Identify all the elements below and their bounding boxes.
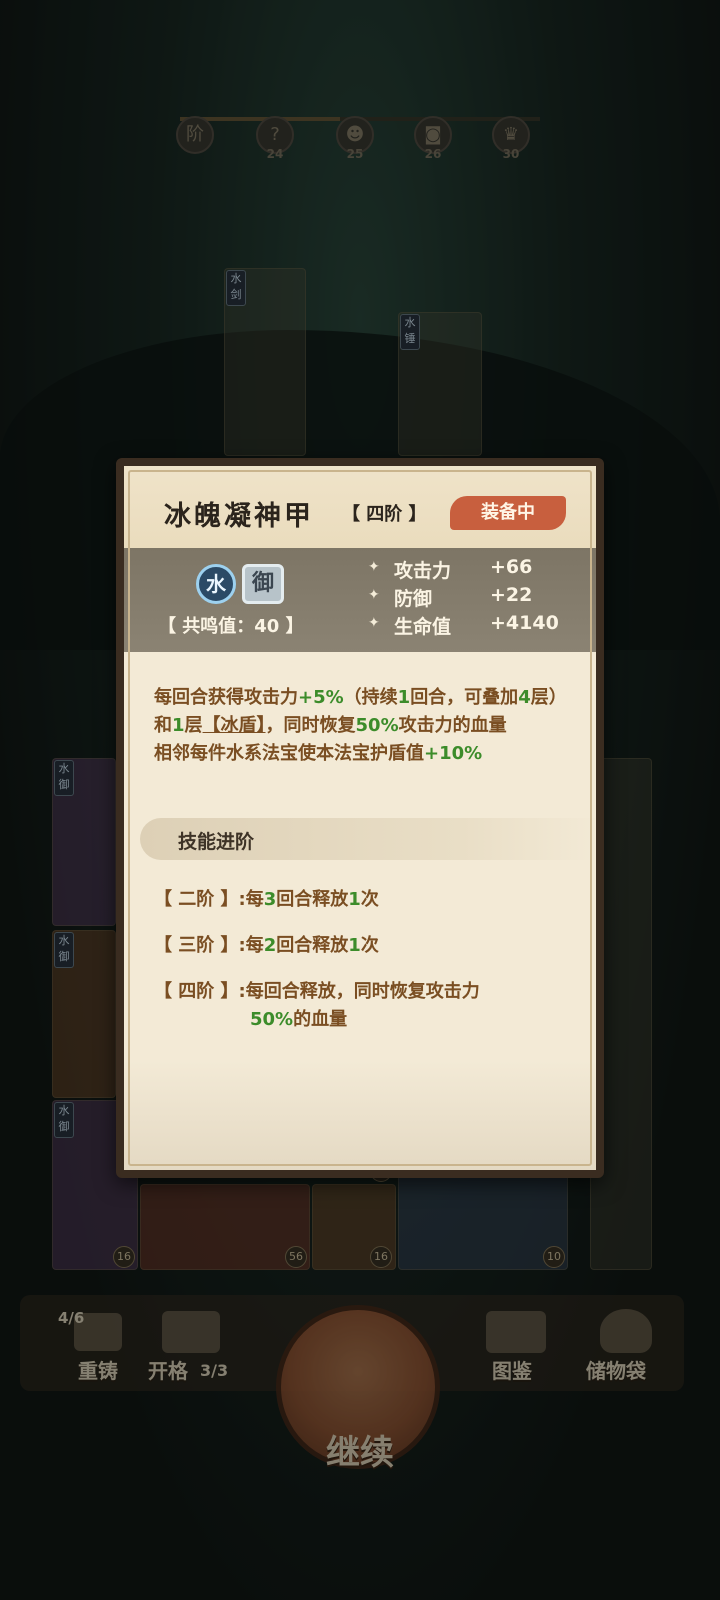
tier-3-upgrade: 【 三阶 】:每2回合释放1次	[154, 935, 379, 956]
diamond-bullet-icon: ✦	[368, 559, 380, 575]
ink-hills-decoration	[124, 1060, 596, 1170]
tier-4-upgrade: 【 四阶 】:每回合释放，同时恢复攻击力 50%的血量	[154, 981, 480, 1030]
diamond-bullet-icon: ✦	[368, 587, 380, 603]
stat-row-hp: ✦ 生命值 +4140	[368, 612, 588, 640]
ice-shield-keyword[interactable]: 【冰盾】	[203, 715, 266, 736]
section-title: 技能进阶	[178, 831, 255, 853]
effect-line-1: 每回合获得攻击力+5%（持续1回合，可叠加4层）和1层【冰盾】，同时恢复50%攻…	[154, 687, 567, 736]
diamond-bullet-icon: ✦	[368, 615, 380, 631]
tier-2-upgrade: 【 二阶 】:每3回合释放1次	[154, 889, 379, 910]
stat-name: 生命值	[394, 616, 452, 638]
stat-name: 攻击力	[394, 560, 452, 582]
item-tier: 【 四阶 】	[342, 504, 427, 525]
stat-value: +66	[490, 556, 533, 578]
stat-value: +22	[490, 584, 533, 606]
item-title: 冰魄凝神甲	[164, 501, 314, 532]
item-detail-card: 冰魄凝神甲 【 四阶 】 装备中 水 御 【 共鸣值：40 】 ✦ 攻击力 +6…	[116, 458, 604, 1178]
resonance-value: 【 共鸣值：40 】	[158, 616, 304, 637]
defense-type-icon: 御	[242, 564, 284, 604]
card-header: 冰魄凝神甲 【 四阶 】 装备中	[124, 466, 596, 548]
stat-name: 防御	[394, 588, 433, 610]
stat-band: 水 御 【 共鸣值：40 】 ✦ 攻击力 +66 ✦ 防御 +22 ✦ 生命值 …	[124, 548, 596, 652]
equipped-badge: 装备中	[450, 496, 566, 530]
effect-line-2: 相邻每件水系法宝使本法宝护盾值+10%	[154, 743, 483, 764]
stat-row-defense: ✦ 防御 +22	[368, 584, 588, 612]
water-element-icon: 水	[196, 564, 236, 604]
stat-row-attack: ✦ 攻击力 +66	[368, 556, 588, 584]
skill-upgrade-section-header: 技能进阶	[140, 818, 596, 860]
item-description: 每回合获得攻击力+5%（持续1回合，可叠加4层）和1层【冰盾】，同时恢复50%攻…	[154, 684, 584, 768]
stat-value: +4140	[490, 612, 559, 634]
